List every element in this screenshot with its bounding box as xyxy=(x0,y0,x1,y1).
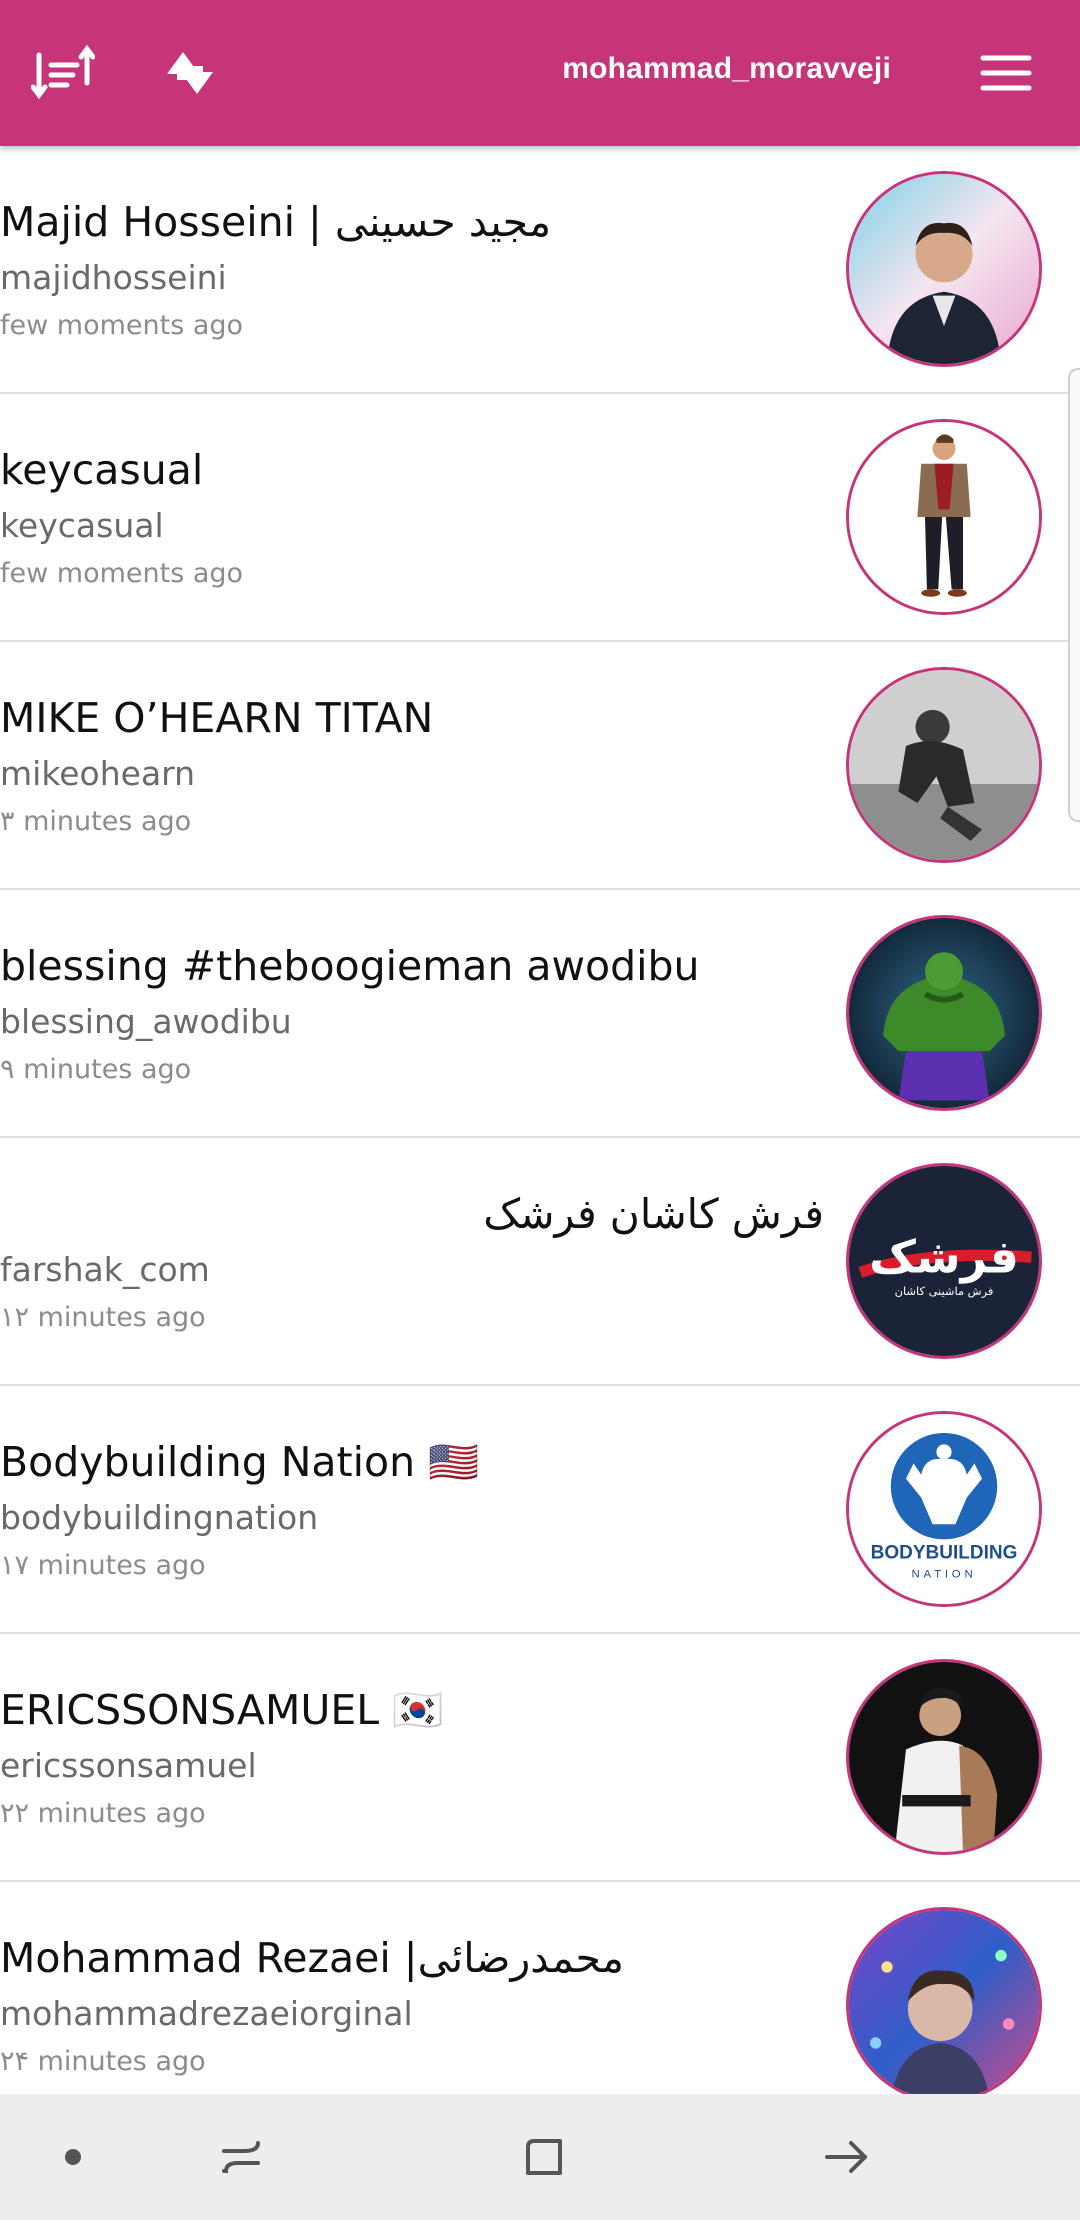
home-square-icon xyxy=(526,2139,562,2175)
sort-button[interactable] xyxy=(26,36,100,110)
bodybuilding-nation-logo-avatar: BODYBUILDING NATION xyxy=(849,1414,1039,1604)
farshak-logo-avatar: فرشک فرش ماشینی کاشان xyxy=(849,1166,1039,1356)
list-item[interactable]: فرش کاشان فرشک farshak_com ۱۲ minutes ag… xyxy=(0,1138,1080,1386)
avatar[interactable] xyxy=(846,1907,1042,2103)
account-time: few moments ago xyxy=(0,558,244,589)
martial-artist-avatar xyxy=(849,1662,1039,1852)
portrait-man-suit-avatar xyxy=(849,174,1039,364)
account-name: blessing #theboogieman awodibu xyxy=(0,942,700,990)
account-handle: blessing_awodibu xyxy=(0,1002,292,1041)
dot-icon xyxy=(65,2149,81,2165)
recent-apps-button[interactable] xyxy=(207,2122,277,2192)
list-item[interactable]: MIKE O’HEARN TITAN mikeohearn ۳ minutes … xyxy=(0,642,1080,890)
avatar[interactable]: BODYBUILDING NATION xyxy=(846,1411,1042,1607)
list-item[interactable]: keycasual keycasual few moments ago xyxy=(0,394,1080,642)
list-item[interactable]: Majid Hosseini | مجید حسینی majidhossein… xyxy=(0,146,1080,394)
avatar[interactable] xyxy=(846,171,1042,367)
account-time: ۱۲ minutes ago xyxy=(0,1302,206,1333)
app-bar: mohammad_moravveji xyxy=(0,0,1080,146)
username-label: mohammad_moravveji xyxy=(562,52,891,85)
list-item[interactable]: ERICSSONSAMUEL 🇰🇷 ericssonsamuel ۲۲ minu… xyxy=(0,1634,1080,1882)
green-hulk-avatar xyxy=(849,918,1039,1108)
account-name: فرش کاشان فرشک xyxy=(483,1190,824,1238)
account-time: ۹ minutes ago xyxy=(0,1054,192,1085)
account-handle: farshak_com xyxy=(0,1250,210,1289)
account-handle: mikeohearn xyxy=(0,754,196,793)
avatar[interactable] xyxy=(846,419,1042,615)
nav-dot-button[interactable] xyxy=(38,2122,108,2192)
avatar[interactable] xyxy=(846,667,1042,863)
young-man-lights-avatar xyxy=(849,1910,1039,2100)
sync-button[interactable] xyxy=(153,36,227,110)
back-arrow-icon xyxy=(825,2141,867,2173)
sync-icon xyxy=(167,52,213,94)
account-name: Bodybuilding Nation 🇺🇸 xyxy=(0,1438,480,1486)
menu-button[interactable] xyxy=(969,36,1043,110)
account-list: Majid Hosseini | مجید حسینی majidhossein… xyxy=(0,146,1080,2130)
account-name: Majid Hosseini | مجید حسینی xyxy=(0,198,552,246)
account-name: keycasual xyxy=(0,446,204,494)
account-time: ۳ minutes ago xyxy=(0,806,192,837)
list-item[interactable]: Bodybuilding Nation 🇺🇸 bodybuildingnatio… xyxy=(0,1386,1080,1634)
hamburger-menu-icon xyxy=(980,55,1032,91)
account-handle: bodybuildingnation xyxy=(0,1498,319,1537)
account-name: ERICSSONSAMUEL 🇰🇷 xyxy=(0,1686,444,1734)
list-item[interactable]: blessing #theboogieman awodibu blessing_… xyxy=(0,890,1080,1138)
account-handle: majidhosseini xyxy=(0,258,227,297)
account-time: ۲۴ minutes ago xyxy=(0,2046,206,2077)
avatar[interactable] xyxy=(846,1659,1042,1855)
account-time: ۱۷ minutes ago xyxy=(0,1550,206,1581)
account-handle: ericssonsamuel xyxy=(0,1746,257,1785)
sort-icon xyxy=(31,45,95,100)
system-navigation-bar xyxy=(0,2094,1080,2220)
account-name: Mohammad Rezaei |محمدرضائی xyxy=(0,1934,624,1982)
list-item[interactable]: Mohammad Rezaei |محمدرضائی mohammadrezae… xyxy=(0,1882,1080,2130)
illustration-man-blazer-avatar xyxy=(849,422,1039,612)
bodybuilder-grayscale-avatar xyxy=(849,670,1039,860)
account-handle: mohammadrezaeiorginal xyxy=(0,1994,413,2033)
farshak-logo-subtext: فرش ماشینی کاشان xyxy=(895,1284,994,1299)
edge-panel-handle[interactable] xyxy=(1068,368,1080,822)
bodybuilding-logo-text: BODYBUILDING xyxy=(871,1542,1018,1563)
bodybuilding-logo-subtext: NATION xyxy=(912,1568,977,1580)
avatar[interactable]: فرشک فرش ماشینی کاشان xyxy=(846,1163,1042,1359)
recent-apps-icon xyxy=(222,2141,260,2173)
back-button[interactable] xyxy=(812,2122,882,2192)
farshak-logo-text: فرشک xyxy=(869,1230,1019,1283)
home-button[interactable] xyxy=(509,2122,579,2192)
account-name: MIKE O’HEARN TITAN xyxy=(0,694,434,742)
account-time: ۲۲ minutes ago xyxy=(0,1798,206,1829)
avatar[interactable] xyxy=(846,915,1042,1111)
account-time: few moments ago xyxy=(0,310,244,341)
account-handle: keycasual xyxy=(0,506,164,545)
